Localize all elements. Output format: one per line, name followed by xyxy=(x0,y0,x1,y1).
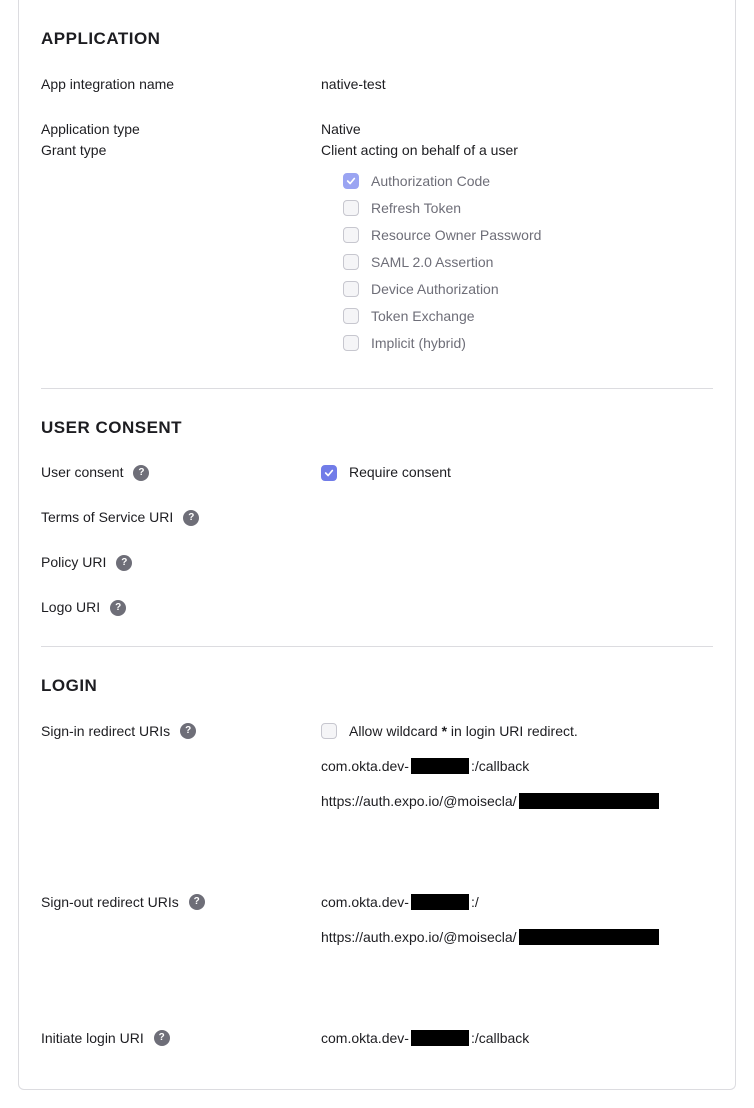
help-icon[interactable]: ? xyxy=(180,723,196,739)
grant-type-item: SAML 2.0 Assertion xyxy=(343,252,713,273)
checkbox-grant-type[interactable] xyxy=(343,281,359,297)
label-allow-wildcard: Allow wildcard * in login URI redirect. xyxy=(349,721,578,742)
label-signout-redirect: Sign-out redirect URIs xyxy=(41,892,179,913)
signout-uri-2: https://auth.expo.io/@moisecla/ xyxy=(321,927,713,948)
label-require-consent: Require consent xyxy=(349,462,451,483)
allow-wildcard-post: in login URI redirect. xyxy=(447,723,578,739)
row-signin-redirect: Sign-in redirect URIs ? Allow wildcard *… xyxy=(41,721,713,868)
section-user-consent: USER CONSENT User consent ? Require cons… xyxy=(41,388,713,619)
row-tos-uri: Terms of Service URI ? xyxy=(41,507,713,528)
grant-type-item: Authorization Code xyxy=(343,171,713,192)
section-login: LOGIN Sign-in redirect URIs ? Allow wild… xyxy=(41,646,713,1049)
uri-text: com.okta.dev- xyxy=(321,892,409,913)
row-user-consent: User consent ? Require consent xyxy=(41,462,713,483)
uri-text: :/callback xyxy=(471,1028,529,1049)
grant-type-label: Resource Owner Password xyxy=(371,225,541,246)
label-app-integration-name: App integration name xyxy=(41,74,174,95)
row-policy-uri: Policy URI ? xyxy=(41,552,713,573)
checkbox-grant-type[interactable] xyxy=(343,227,359,243)
value-application-type: Native xyxy=(321,121,361,137)
label-policy-uri: Policy URI xyxy=(41,552,106,573)
allow-wildcard-pre: Allow wildcard xyxy=(349,723,442,739)
grant-type-label: Refresh Token xyxy=(371,198,461,219)
help-icon[interactable]: ? xyxy=(183,510,199,526)
settings-panel: APPLICATION App integration name native-… xyxy=(18,0,736,1090)
uri-text: https://auth.expo.io/@moisecla/ xyxy=(321,927,517,948)
checkbox-require-consent[interactable] xyxy=(321,465,337,481)
uri-text: https://auth.expo.io/@moisecla/ xyxy=(321,791,517,812)
checkbox-allow-wildcard[interactable] xyxy=(321,723,337,739)
section-application: APPLICATION App integration name native-… xyxy=(41,0,713,360)
grant-type-label: SAML 2.0 Assertion xyxy=(371,252,493,273)
section-title-application: APPLICATION xyxy=(41,26,713,52)
label-user-consent: User consent xyxy=(41,462,123,483)
row-initiate-login: Initiate login URI ? com.okta.dev- :/call… xyxy=(41,1028,713,1049)
help-icon[interactable]: ? xyxy=(133,465,149,481)
redacted-segment xyxy=(411,894,469,910)
grant-type-label: Device Authorization xyxy=(371,279,499,300)
redacted-segment xyxy=(411,758,469,774)
label-logo-uri: Logo URI xyxy=(41,597,100,618)
label-initiate-login: Initiate login URI xyxy=(41,1028,144,1049)
row-app-integration-name: App integration name native-test xyxy=(41,74,713,95)
checkbox-grant-type[interactable] xyxy=(343,335,359,351)
grant-type-item: Device Authorization xyxy=(343,279,713,300)
row-signout-redirect: Sign-out redirect URIs ? com.okta.dev- :/… xyxy=(41,892,713,1004)
row-logo-uri: Logo URI ? xyxy=(41,597,713,618)
redacted-segment xyxy=(519,929,659,945)
signin-uri-1: com.okta.dev- :/callback xyxy=(321,756,713,777)
section-title-user-consent: USER CONSENT xyxy=(41,415,713,441)
grant-type-label: Authorization Code xyxy=(371,171,490,192)
row-grant-type: Grant type Client acting on behalf of a … xyxy=(41,140,713,360)
checkbox-grant-type[interactable] xyxy=(343,254,359,270)
redacted-segment xyxy=(411,1030,469,1046)
grant-type-list: Authorization Code Refresh Token Resource … xyxy=(343,171,713,354)
value-app-integration-name: native-test xyxy=(321,76,386,92)
section-title-login: LOGIN xyxy=(41,673,713,699)
label-application-type: Application type xyxy=(41,119,140,140)
signin-uri-2: https://auth.expo.io/@moisecla/ xyxy=(321,791,713,812)
signout-uri-1: com.okta.dev- :/ xyxy=(321,892,713,913)
redacted-segment xyxy=(519,793,659,809)
uri-text: :/ xyxy=(471,892,479,913)
checkbox-grant-type[interactable] xyxy=(343,308,359,324)
grant-type-desc: Client acting on behalf of a user xyxy=(321,140,713,161)
help-icon[interactable]: ? xyxy=(154,1030,170,1046)
help-icon[interactable]: ? xyxy=(189,894,205,910)
grant-type-item: Refresh Token xyxy=(343,198,713,219)
uri-text: :/callback xyxy=(471,756,529,777)
checkbox-grant-type[interactable] xyxy=(343,200,359,216)
help-icon[interactable]: ? xyxy=(116,555,132,571)
checkbox-grant-type[interactable] xyxy=(343,173,359,189)
row-application-type: Application type Native xyxy=(41,119,713,140)
grant-type-item: Resource Owner Password xyxy=(343,225,713,246)
label-tos-uri: Terms of Service URI xyxy=(41,507,173,528)
uri-text: com.okta.dev- xyxy=(321,1028,409,1049)
initiate-uri: com.okta.dev- :/callback xyxy=(321,1028,713,1049)
grant-type-label: Implicit (hybrid) xyxy=(371,333,466,354)
uri-text: com.okta.dev- xyxy=(321,756,409,777)
help-icon[interactable]: ? xyxy=(110,600,126,616)
label-signin-redirect: Sign-in redirect URIs xyxy=(41,721,170,742)
grant-type-item: Token Exchange xyxy=(343,306,713,327)
grant-type-label: Token Exchange xyxy=(371,306,475,327)
grant-type-item: Implicit (hybrid) xyxy=(343,333,713,354)
label-grant-type: Grant type xyxy=(41,140,106,161)
